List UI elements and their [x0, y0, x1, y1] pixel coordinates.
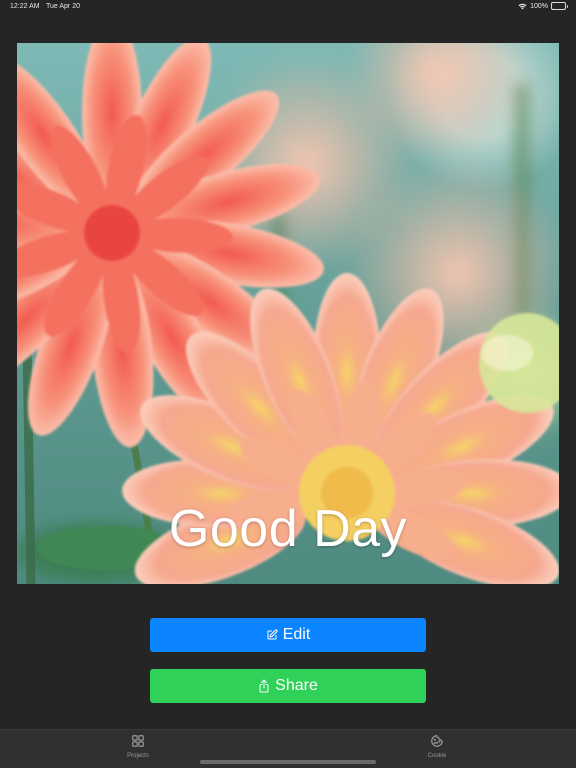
pencil-square-icon [266, 629, 278, 641]
grid-icon [131, 734, 145, 750]
wifi-icon [518, 3, 527, 10]
share-label: Share [275, 677, 318, 694]
status-date: Tue Apr 20 [46, 3, 80, 10]
tab-projects-label: Projects [127, 753, 149, 759]
status-time: 12:22 AM [10, 3, 40, 10]
status-bar: 12:22 AM Tue Apr 20 100% [0, 0, 576, 16]
share-button[interactable]: Share [150, 669, 426, 703]
battery-percent: 100% [530, 2, 548, 10]
tab-projects[interactable]: Projects [108, 734, 168, 759]
tab-cookie-label: Cookie [427, 753, 447, 759]
photo-caption[interactable]: Good Day [17, 499, 559, 559]
home-indicator[interactable] [200, 760, 376, 764]
edit-button[interactable]: Edit [150, 618, 426, 652]
tab-cookie[interactable]: Cookie [407, 734, 467, 759]
flower-photo: Good Day [17, 43, 559, 584]
share-icon [258, 679, 270, 693]
edit-label: Edit [282, 626, 311, 643]
cookie-icon [430, 734, 444, 750]
status-indicators: 100% [518, 2, 568, 10]
battery-icon [551, 2, 568, 10]
app-screen: 12:22 AM Tue Apr 20 100% Good Day Edit S… [0, 0, 576, 768]
